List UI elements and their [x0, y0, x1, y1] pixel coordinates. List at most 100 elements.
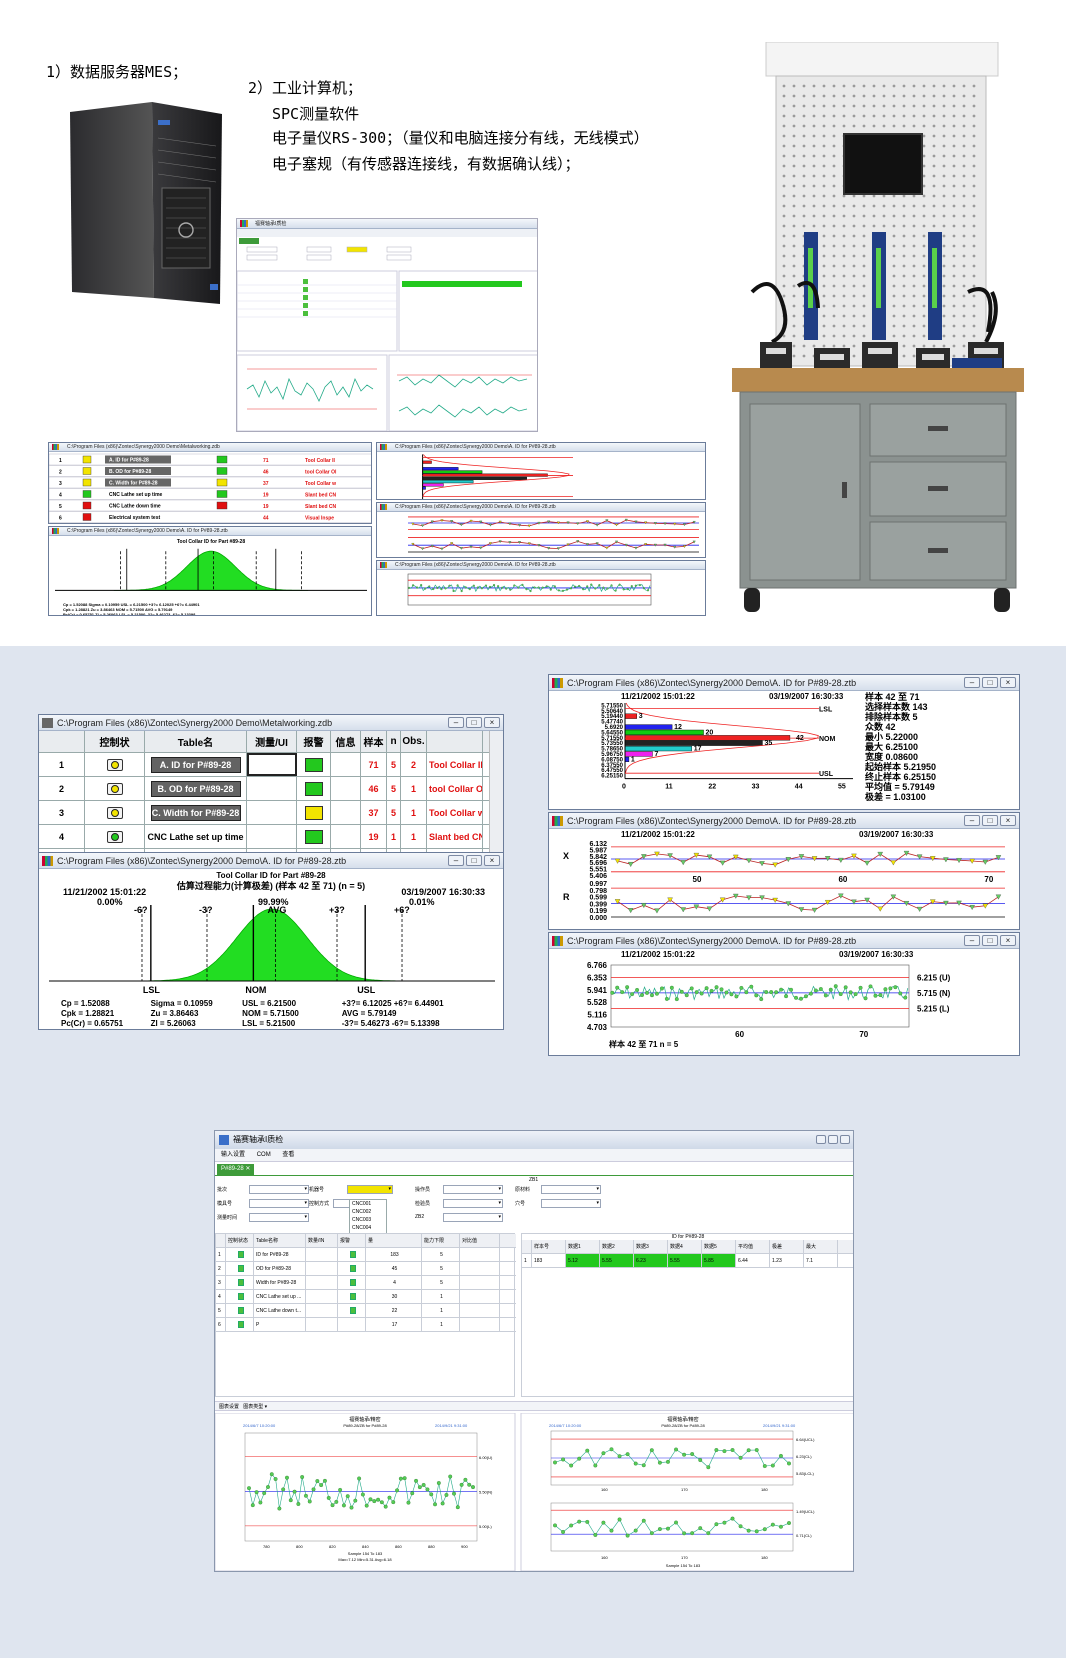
table-row[interactable]: 3 C. Width for P#89-28 37 5 1 Tool Colla…	[39, 801, 489, 825]
mes-right-point	[553, 1523, 557, 1528]
menu-com[interactable]: COM	[257, 1152, 271, 1158]
peg-hole	[812, 184, 816, 188]
grid-col-header[interactable]: 最大	[804, 1240, 838, 1253]
mes-col-header[interactable]: 报警	[338, 1234, 366, 1247]
grid-col-header[interactable]: 数据2	[600, 1240, 634, 1253]
maximize-button[interactable]: □	[982, 935, 998, 946]
status-light-button[interactable]	[106, 782, 123, 795]
measure-cell[interactable]	[247, 777, 297, 800]
status-light-button[interactable]	[106, 830, 123, 843]
peg-hole	[792, 94, 796, 98]
measure-cell[interactable]	[247, 753, 297, 776]
chart-settings-tab[interactable]: 图表设置	[219, 1404, 239, 1410]
mes-grid-row[interactable]: 1 183 5.12 5.55 6.23 5.55 5.85 6.44 1.23 7.1	[522, 1254, 853, 1268]
maximize-button[interactable]: □	[982, 677, 998, 688]
form-field[interactable]: ▾	[443, 1185, 503, 1194]
run-point	[799, 996, 803, 1001]
minimize-button[interactable]: –	[964, 935, 980, 946]
minimize-button[interactable]: –	[964, 815, 980, 826]
mes-right-point	[641, 1518, 646, 1523]
close-button[interactable]: ×	[1000, 677, 1016, 688]
form-field[interactable]: ▾	[249, 1199, 309, 1208]
status-light-button[interactable]	[106, 806, 123, 819]
minimize-button[interactable]	[816, 1135, 826, 1144]
measure-cell[interactable]	[247, 825, 297, 848]
form-field[interactable]: ▾	[443, 1199, 503, 1208]
table-name-label[interactable]: CNC Lathe set up time	[145, 828, 246, 845]
mes-table-row[interactable]: 4 CNC Lathe set up ... 30 1	[216, 1290, 516, 1304]
measure-cell[interactable]	[247, 801, 297, 824]
close-button[interactable]: ×	[484, 717, 500, 728]
grid-col-header[interactable]: 数据3	[634, 1240, 668, 1253]
form-field[interactable]: ▾	[249, 1213, 309, 1222]
form-field[interactable]: ▾	[443, 1213, 503, 1222]
menu-view[interactable]: 查看	[282, 1152, 294, 1158]
form-label: ZB2	[415, 1214, 425, 1220]
status-light-button[interactable]	[106, 758, 123, 771]
mes-table-row[interactable]: 5 CNC Lathe down t... 22 1	[216, 1304, 516, 1318]
table-row[interactable]: 1 A. ID for P#89-28 71 5 2 Tool Collar I…	[39, 753, 489, 777]
mes-col-header[interactable]: 能力下限	[422, 1234, 460, 1247]
dropdown-option[interactable]: CNC003	[350, 1216, 386, 1224]
peg-hole	[962, 124, 966, 128]
mes-table-row[interactable]: 6 P 17 1	[216, 1318, 516, 1332]
grid-col-header[interactable]: 数据5	[702, 1240, 736, 1253]
close-button[interactable]: ×	[1000, 935, 1016, 946]
peg-hole	[792, 194, 796, 198]
minimize-button[interactable]: –	[448, 717, 464, 728]
run-point	[620, 990, 625, 995]
tab-part[interactable]: P#89-28 ✕	[217, 1164, 255, 1175]
table-name-label[interactable]: B. OD for P#89-28	[150, 780, 241, 797]
peg-hole	[852, 324, 856, 328]
minimize-button[interactable]: –	[448, 855, 464, 866]
peg-hole	[952, 324, 956, 328]
hist-usl-label: LSL	[819, 706, 833, 713]
table-name-label[interactable]: A. ID for P#89-28	[150, 756, 241, 773]
chart-type-tab[interactable]: 图表类型	[243, 1404, 263, 1410]
table-row[interactable]: 2 B. OD for P#89-28 46 5 1 tool Collar O…	[39, 777, 489, 801]
mes-left-point	[440, 1501, 445, 1506]
mes-right-point	[649, 1448, 654, 1453]
mes-col-header[interactable]: 对比值	[460, 1234, 500, 1247]
dropdown-option[interactable]: CNC002	[350, 1208, 386, 1216]
peg-hole	[822, 264, 826, 268]
menu-input-settings[interactable]: 输入设置	[221, 1152, 245, 1158]
grid-col-header[interactable]: 样本号	[532, 1240, 566, 1253]
minimize-button[interactable]: –	[964, 677, 980, 688]
dropdown-option[interactable]: CNC001	[350, 1200, 386, 1208]
close-button[interactable]	[840, 1135, 850, 1144]
form-field[interactable]: ▾	[541, 1185, 601, 1194]
mes-col-header[interactable]: 数量/IN	[306, 1234, 338, 1247]
close-button[interactable]: ×	[484, 855, 500, 866]
n-value: 5	[387, 777, 401, 800]
grid-col-header[interactable]: 极差	[770, 1240, 804, 1253]
maximize-button[interactable]: □	[466, 855, 482, 866]
mes-table-row[interactable]: 2 OD for P#89-28 45 5	[216, 1262, 516, 1276]
maximize-button[interactable]: □	[982, 815, 998, 826]
mes-col-header[interactable]: 控制状态	[226, 1234, 254, 1247]
mes-table-row[interactable]: 3 Width for P#89-28 4 5	[216, 1276, 516, 1290]
table-row[interactable]: 4 CNC Lathe set up time 19 1 1 Slant bed…	[39, 825, 489, 849]
maximize-button[interactable]	[828, 1135, 838, 1144]
peg-hole	[912, 124, 916, 128]
table-name-label[interactable]: C. Width for P#89-28	[150, 804, 241, 821]
grid-col-header[interactable]: 数据1	[566, 1240, 600, 1253]
grid-col-header[interactable]: 平均值	[736, 1240, 770, 1253]
form-field[interactable]: ▾	[541, 1199, 601, 1208]
mes-col-header[interactable]: 量	[366, 1234, 422, 1247]
mes-col-header[interactable]: Table名称	[254, 1234, 306, 1247]
x-point	[641, 854, 647, 860]
run-point	[684, 993, 689, 998]
close-button[interactable]: ×	[1000, 815, 1016, 826]
peg-hole	[932, 124, 936, 128]
dropdown-option[interactable]: CNC004	[350, 1224, 386, 1232]
alarm-indicator	[304, 829, 323, 844]
maximize-button[interactable]: □	[466, 717, 482, 728]
peg-hole	[932, 224, 936, 228]
peg-hole	[892, 254, 896, 258]
grid-col-header[interactable]: 数据4	[668, 1240, 702, 1253]
mes-table-row[interactable]: 1 ID for P#89-28 183 5	[216, 1248, 516, 1262]
form-field[interactable]: ▾	[347, 1185, 393, 1194]
form-field[interactable]: ▾	[249, 1185, 309, 1194]
r-point	[706, 906, 713, 912]
